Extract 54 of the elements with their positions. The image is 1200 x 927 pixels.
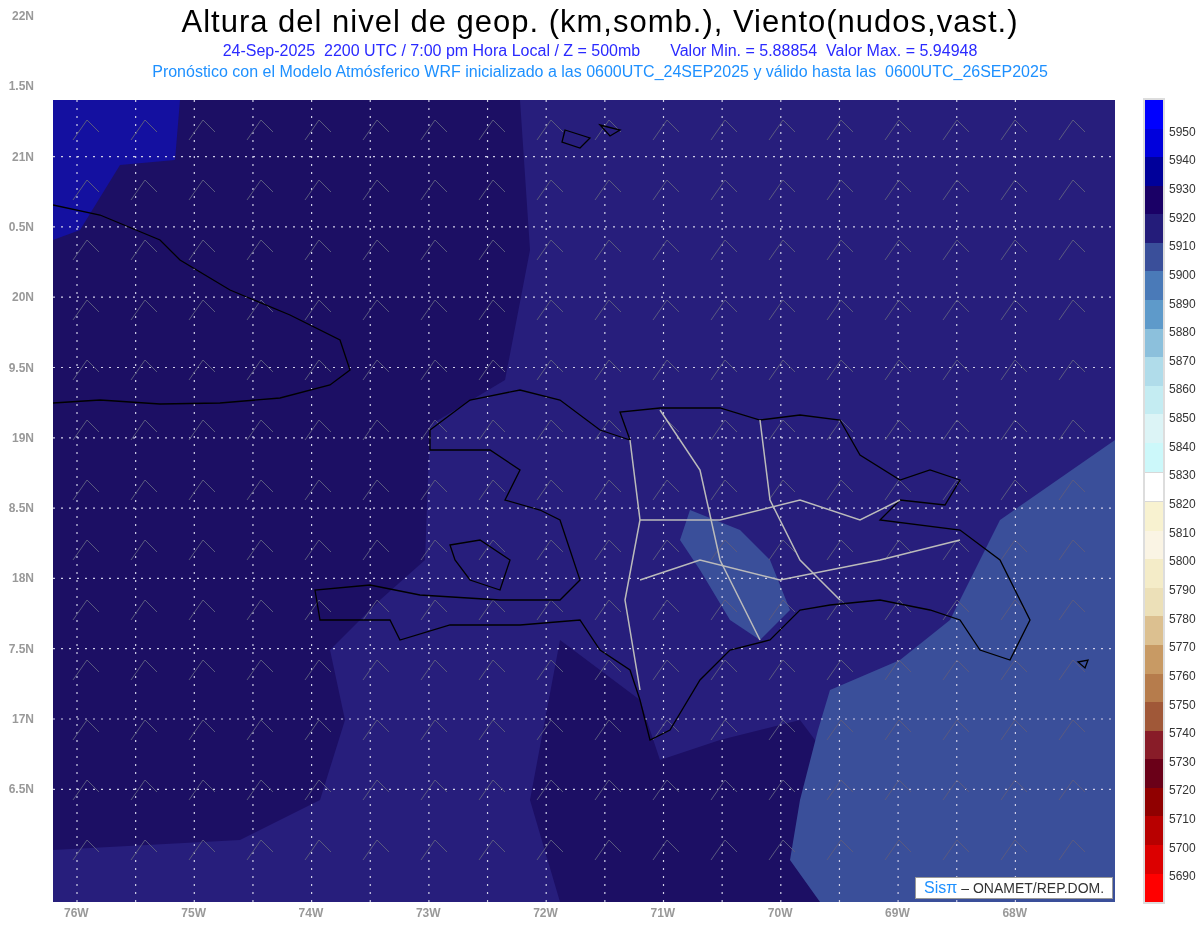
longitude-label: 70W: [767, 906, 793, 920]
colorbar-label: 5830: [1169, 468, 1196, 483]
colorbar-label: 5920: [1169, 210, 1196, 225]
longitude-label: 72W: [533, 906, 558, 920]
colorbar-label: 5890: [1169, 296, 1196, 311]
colorbar-label: 5910: [1169, 239, 1196, 254]
latitude-label: 1.5N: [8, 79, 34, 94]
chart-title: Altura del nivel de geop. (km,somb.), Viento(nudos,vast.): [181, 4, 1019, 40]
colorbar-label: 5850: [1169, 411, 1196, 426]
latitude-label: 7.5N: [8, 641, 34, 656]
latitude-label: 18N: [12, 571, 34, 586]
colorbar-label: 5940: [1169, 153, 1196, 168]
latitude-label: 20N: [12, 290, 34, 305]
chart-subtitle: 24-Sep-2025 2200 UTC / 7:00 pm Hora Local / Z = 500mb: [222, 41, 641, 61]
longitude-label: 74W: [298, 906, 324, 920]
longitude-label: 75W: [181, 906, 206, 920]
colorbar-label: 5750: [1169, 697, 1196, 712]
latitude-label: 17N: [12, 712, 34, 726]
longitude-label: 69W: [885, 906, 910, 920]
latitude-label: 0.5N: [8, 219, 34, 234]
latitude-label: 19N: [12, 430, 34, 445]
colorbar-label: 5930: [1169, 181, 1196, 196]
colorbar-label: 5710: [1169, 812, 1196, 827]
colorbar-label: 5760: [1169, 668, 1196, 683]
longitude-label: 68W: [1002, 906, 1028, 920]
colorbar-label: 5690: [1169, 869, 1196, 884]
longitude-label: 71W: [650, 906, 676, 920]
colorbar-label: 5860: [1169, 382, 1196, 397]
colorbar-label: 5770: [1169, 640, 1196, 655]
colorbar-label: 5780: [1169, 611, 1196, 626]
latitude-label: 21N: [12, 149, 34, 164]
longitude-label: 76W: [64, 906, 89, 920]
colorbar-label: 5740: [1169, 726, 1196, 741]
latitude-label: 6.5N: [8, 782, 34, 797]
colorbar-label: 5840: [1169, 439, 1196, 454]
latitude-label: 9.5N: [8, 360, 34, 375]
colorbar-label: 5800: [1169, 554, 1196, 569]
colorbar-label: 5730: [1169, 754, 1196, 769]
credit-text: – ONAMET/REP.DOM.: [961, 878, 1105, 898]
colorbar-label: 5870: [1169, 353, 1196, 368]
colorbar-label: 5790: [1169, 582, 1196, 597]
colorbar-label: 5880: [1169, 325, 1196, 340]
value-range: Valor Min. = 5.88854 Valor Max. = 5.94948: [670, 41, 978, 61]
latitude-label: 8.5N: [8, 501, 34, 516]
colorbar-label: 5720: [1169, 783, 1196, 798]
colorbar-label: 5820: [1169, 497, 1196, 511]
credit-logo: Sisπ: [924, 878, 958, 898]
colorbar-label: 5810: [1169, 525, 1196, 540]
colorbar-label: 5700: [1169, 840, 1196, 855]
forecast-note: Pronóstico con el Modelo Atmósferico WRF inicializado a las 0600UTC_24SEP2025 y válido hasta las 0600UTC_26SEP2025: [152, 62, 1048, 82]
colorbar-label: 5950: [1169, 124, 1196, 139]
latitude-label: 22N: [12, 9, 34, 23]
colorbar-label: 5900: [1169, 267, 1196, 282]
longitude-label: 73W: [415, 906, 441, 920]
